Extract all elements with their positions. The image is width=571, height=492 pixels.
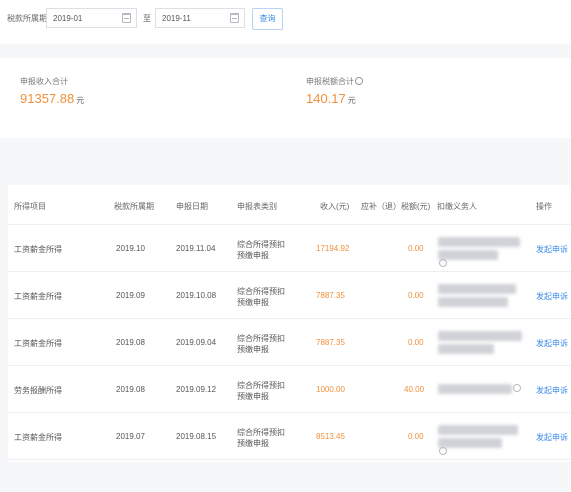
header-type: 申报表类别	[237, 202, 277, 211]
cell-date: 2019.09.12	[176, 385, 217, 394]
summary-panel: 申报收入合计 91357.88 元 申报税额合计 140.17 元	[0, 58, 571, 138]
cell-income: 1000.00	[316, 385, 345, 394]
cell-type-line2: 预缴申报	[237, 439, 269, 448]
header-item: 所得项目	[14, 202, 46, 211]
info-icon[interactable]	[355, 77, 363, 85]
table-row: 工资薪金所得 2019.10 2019.11.04 综合所得预扣 预缴申报 171…	[8, 225, 571, 272]
cell-type-line1: 综合所得预扣	[237, 381, 285, 390]
cell-type: 综合所得预扣 预缴申报	[237, 380, 285, 402]
table-row: 劳务报酬所得 2019.08 2019.09.12 综合所得预扣 预缴申报 100…	[8, 366, 571, 413]
withholder-redacted	[438, 297, 508, 307]
cell-date: 2019.09.04	[176, 338, 217, 347]
cell-income: 17194.92	[316, 244, 350, 253]
cell-type-line1: 综合所得预扣	[237, 334, 285, 343]
appeal-link[interactable]: 发起申诉	[536, 432, 568, 443]
income-total-value: 91357.88	[20, 91, 75, 106]
cell-tax: 40.00	[404, 385, 425, 394]
cell-item: 工资薪金所得	[14, 433, 62, 442]
withholder-redacted	[438, 237, 520, 247]
end-date-value: 2019-11	[162, 14, 191, 23]
income-total-label: 申报收入合计	[20, 77, 68, 86]
header-date: 申报日期	[176, 202, 208, 211]
cell-type: 综合所得预扣 预缴申报	[237, 239, 285, 261]
withholder-redacted	[438, 284, 516, 294]
cell-tax: 0.00	[408, 244, 424, 253]
cell-period: 2019.07	[116, 432, 145, 441]
cell-type-line1: 综合所得预扣	[237, 428, 285, 437]
tax-total-label-wrap: 申报税额合计	[306, 76, 363, 87]
calendar-icon[interactable]	[122, 13, 131, 23]
withholder-redacted	[438, 250, 498, 260]
table-row: 工资薪金所得 2019.09 2019.10.08 综合所得预扣 预缴申报 788…	[8, 272, 571, 319]
income-total-unit: 元	[76, 96, 85, 105]
info-icon[interactable]	[439, 447, 447, 455]
cell-type-line2: 预缴申报	[237, 298, 269, 307]
query-button[interactable]: 查询	[252, 8, 283, 30]
tax-total-label: 申报税额合计	[306, 77, 354, 86]
cell-tax: 0.00	[408, 432, 424, 441]
end-date-input[interactable]: 2019-11	[155, 8, 245, 28]
info-icon[interactable]	[513, 384, 521, 392]
tax-total: 140.17 元	[306, 91, 356, 106]
cell-income: 8513.45	[316, 432, 345, 441]
appeal-link[interactable]: 发起申诉	[536, 385, 568, 396]
table-row: 工资薪金所得 2019.08 2019.09.04 综合所得预扣 预缴申报 788…	[8, 319, 571, 366]
appeal-link[interactable]: 发起申诉	[536, 338, 568, 349]
cell-item: 工资薪金所得	[14, 245, 62, 254]
cell-item: 工资薪金所得	[14, 339, 62, 348]
appeal-link[interactable]: 发起申诉	[536, 291, 568, 302]
cell-type-line1: 综合所得预扣	[237, 240, 285, 249]
table-header: 所得项目 税款所属期 申报日期 申报表类别 收入(元) 应补（退）税额(元) 扣…	[8, 185, 571, 225]
header-tax: 应补（退）税额(元)	[361, 202, 431, 211]
header-action: 操作	[536, 202, 552, 211]
calendar-icon[interactable]	[230, 13, 239, 23]
cell-type: 综合所得预扣 预缴申报	[237, 427, 285, 449]
cell-type-line2: 预缴申报	[237, 345, 269, 354]
period-label: 税款所属期	[7, 14, 47, 23]
start-date-input[interactable]: 2019-01	[46, 8, 137, 28]
start-date-value: 2019-01	[53, 14, 83, 23]
cell-type: 综合所得预扣 预缴申报	[237, 286, 285, 308]
cell-period: 2019.08	[116, 385, 145, 394]
cell-type-line1: 综合所得预扣	[237, 287, 285, 296]
withholder-redacted	[438, 438, 502, 448]
cell-period: 2019.10	[116, 244, 145, 253]
cell-item: 工资薪金所得	[14, 292, 62, 301]
range-separator: 至	[143, 14, 151, 23]
cell-tax: 0.00	[408, 338, 424, 347]
income-total: 91357.88 元	[20, 91, 84, 106]
cell-period: 2019.08	[116, 338, 145, 347]
cell-tax: 0.00	[408, 291, 424, 300]
cell-date: 2019.08.15	[176, 432, 217, 441]
cell-date: 2019.10.08	[176, 291, 217, 300]
cell-type: 综合所得预扣 预缴申报	[237, 333, 285, 355]
withholder-redacted	[438, 344, 494, 354]
cell-type-line2: 预缴申报	[237, 251, 269, 260]
tax-total-value: 140.17	[306, 91, 346, 106]
cell-income: 7887.35	[316, 291, 345, 300]
table-row: 工资薪金所得 2019.07 2019.08.15 综合所得预扣 预缴申报 851…	[8, 413, 571, 460]
header-period: 税款所属期	[114, 202, 154, 211]
cell-date: 2019.11.04	[176, 244, 216, 253]
info-icon[interactable]	[439, 259, 447, 267]
appeal-link[interactable]: 发起申诉	[536, 244, 568, 255]
declaration-table: 所得项目 税款所属期 申报日期 申报表类别 收入(元) 应补（退）税额(元) 扣…	[8, 185, 571, 462]
withholder-redacted	[438, 331, 522, 341]
tax-total-unit: 元	[347, 96, 356, 105]
withholder-redacted	[438, 384, 512, 394]
header-withholder: 扣缴义务人	[437, 202, 477, 211]
cell-income: 7887.35	[316, 338, 345, 347]
cell-item: 劳务报酬所得	[14, 386, 62, 395]
withholder-redacted	[438, 425, 518, 435]
cell-period: 2019.09	[116, 291, 145, 300]
filter-bar: 税款所属期 2019-01 至 2019-11 查询	[0, 0, 571, 44]
cell-type-line2: 预缴申报	[237, 392, 269, 401]
header-income: 收入(元)	[320, 202, 350, 211]
